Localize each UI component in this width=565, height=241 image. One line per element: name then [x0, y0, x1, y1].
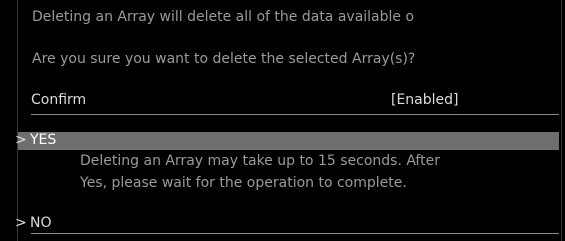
warning-text: Deleting an Array will delete all of the…: [32, 9, 415, 25]
option-no-label: NO: [30, 215, 52, 231]
help-text-line-1: Deleting an Array may take up to 15 seco…: [80, 153, 440, 169]
option-no[interactable]: > NO: [15, 215, 559, 233]
chevron-right-icon: >: [15, 215, 27, 231]
option-yes-label: YES: [30, 132, 57, 148]
chevron-right-icon: >: [15, 132, 27, 148]
dialog-frame: [17, 0, 562, 241]
option-yes[interactable]: > YES: [15, 132, 559, 150]
confirmation-question: Are you sure you want to delete the sele…: [32, 51, 416, 67]
confirm-divider: [31, 114, 559, 115]
confirm-setting-row[interactable]: Confirm [Enabled]: [31, 92, 559, 114]
help-text-line-2: Yes, please wait for the operation to co…: [80, 175, 407, 191]
confirm-label: Confirm: [31, 92, 87, 108]
no-divider: [31, 233, 559, 234]
confirm-value[interactable]: [Enabled]: [391, 92, 459, 108]
